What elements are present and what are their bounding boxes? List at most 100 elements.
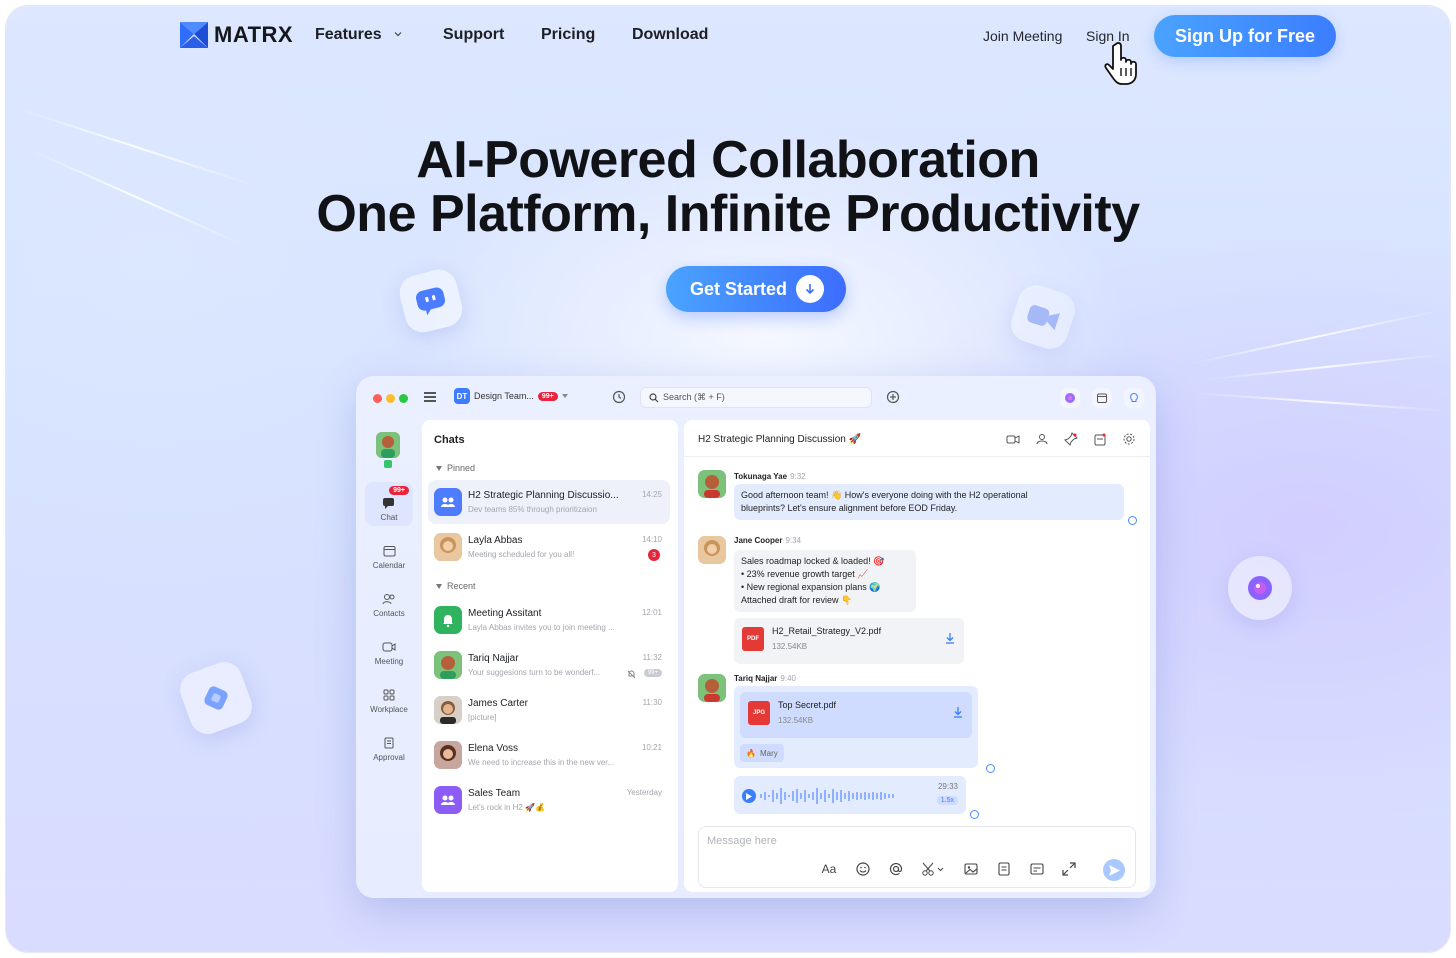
chevron-down-icon[interactable] bbox=[394, 30, 402, 38]
chat-name: Meeting Assitant bbox=[468, 608, 542, 619]
calendar-check-icon[interactable] bbox=[1092, 388, 1112, 408]
chat-time: Yesterday bbox=[626, 788, 662, 797]
nav-download[interactable]: Download bbox=[632, 26, 708, 44]
recent-section-toggle[interactable]: Recent bbox=[436, 581, 476, 591]
image-icon[interactable] bbox=[963, 861, 979, 877]
video-call-icon[interactable] bbox=[1006, 432, 1020, 446]
nav-features[interactable]: Features bbox=[315, 26, 382, 44]
team-avatar: DT bbox=[454, 388, 470, 404]
read-receipt-icon bbox=[1128, 516, 1137, 525]
lightbulb-icon[interactable] bbox=[1124, 388, 1144, 408]
chat-item[interactable]: Elena Voss We need to increase this in t… bbox=[428, 733, 670, 777]
author-name: Tariq Najjar bbox=[734, 674, 778, 683]
file-name: H2_Retail_Strategy_V2.pdf bbox=[772, 626, 882, 636]
rail-approval[interactable]: Approval bbox=[365, 722, 413, 766]
chat-time: 12:01 bbox=[641, 608, 662, 617]
message-input[interactable]: Message here Aa bbox=[698, 826, 1136, 888]
chat-preview: We need to increase this in the new ver.… bbox=[468, 758, 615, 767]
rail-calendar[interactable]: Calendar bbox=[365, 530, 413, 574]
font-format-button[interactable]: Aa bbox=[821, 861, 837, 877]
message-author: Jane Cooper 9:34 bbox=[734, 536, 801, 545]
file-attachment[interactable]: PDF H2_Retail_Strategy_V2.pdf 132.54KB bbox=[734, 618, 964, 664]
close-window-dot[interactable] bbox=[373, 394, 382, 403]
screen-share-icon[interactable] bbox=[1029, 861, 1045, 877]
notes-icon[interactable] bbox=[1093, 432, 1107, 446]
add-circle-icon[interactable] bbox=[886, 390, 900, 404]
workplace-grid-icon bbox=[383, 689, 395, 701]
get-started-button[interactable]: Get Started bbox=[666, 266, 846, 312]
search-icon bbox=[649, 392, 659, 402]
chat-item[interactable]: Layla Abbas Meeting scheduled for you al… bbox=[428, 525, 670, 569]
emoji-icon[interactable] bbox=[855, 861, 871, 877]
menu-icon[interactable] bbox=[424, 392, 436, 402]
reaction-chip[interactable]: 🔥 Mary bbox=[740, 744, 784, 762]
nav-support[interactable]: Support bbox=[443, 26, 504, 44]
chat-item[interactable]: Meeting Assitant Layla Abbas invites you… bbox=[428, 598, 670, 642]
rail-approval-label: Approval bbox=[373, 753, 405, 762]
rail-workplace[interactable]: Workplace bbox=[365, 674, 413, 718]
header-divider bbox=[684, 456, 1150, 457]
sign-up-button[interactable]: Sign Up for Free bbox=[1154, 15, 1336, 57]
expand-icon[interactable] bbox=[1061, 861, 1077, 877]
message-bubble: JPG Top Secret.pdf 132.54KB 🔥 Mary bbox=[734, 686, 978, 768]
chat-preview: Let's rock in H2 🚀💰 bbox=[468, 803, 546, 812]
play-icon[interactable] bbox=[742, 789, 756, 803]
chat-name: Sales Team bbox=[468, 788, 521, 799]
top-nav: MATRX Features Support Pricing Download … bbox=[6, 6, 1450, 85]
rail-contacts-label: Contacts bbox=[373, 609, 405, 618]
rail-contacts[interactable]: Contacts bbox=[365, 578, 413, 622]
avatar bbox=[698, 470, 726, 498]
send-button[interactable] bbox=[1103, 859, 1125, 881]
light-streak bbox=[1206, 353, 1446, 381]
nav-pricing[interactable]: Pricing bbox=[541, 26, 595, 44]
gear-icon[interactable] bbox=[1122, 432, 1136, 446]
user-avatar[interactable] bbox=[376, 432, 400, 458]
online-status-icon bbox=[384, 460, 392, 468]
team-switcher[interactable]: DT Design Team... 99+ bbox=[454, 388, 568, 404]
pinned-section-toggle[interactable]: Pinned bbox=[436, 463, 475, 473]
message-bubble: Good afternoon team! 👋 How's everyone do… bbox=[734, 484, 1124, 520]
chat-name: Layla Abbas bbox=[468, 535, 523, 546]
message-author: Tokunaga Yae 9:32 bbox=[734, 472, 806, 481]
file-attachment[interactable]: JPG Top Secret.pdf 132.54KB bbox=[740, 692, 972, 738]
brand-logo[interactable]: MATRX bbox=[180, 20, 293, 50]
chat-bubble-float-icon bbox=[395, 265, 467, 337]
chat-item[interactable]: H2 Strategic Planning Discussio... Dev t… bbox=[428, 480, 670, 524]
voice-duration: 29:33 bbox=[937, 782, 958, 791]
playback-speed-button[interactable]: 1.5x bbox=[936, 796, 958, 805]
message-line: • New regional expansion plans 🌍 bbox=[741, 582, 881, 592]
minimize-window-dot[interactable] bbox=[386, 394, 395, 403]
download-icon[interactable] bbox=[944, 632, 956, 644]
chat-time: 14:25 bbox=[641, 490, 662, 499]
scissors-icon[interactable] bbox=[921, 861, 947, 877]
ai-assistant-icon[interactable] bbox=[1060, 388, 1080, 408]
join-meeting-link[interactable]: Join Meeting bbox=[983, 28, 1062, 44]
caret-down-icon bbox=[436, 583, 442, 589]
rail-meeting[interactable]: Meeting bbox=[365, 626, 413, 670]
rail-chat-label: Chat bbox=[380, 513, 398, 522]
landing-page: MATRX Features Support Pricing Download … bbox=[6, 6, 1450, 952]
chat-item[interactable]: James Carter [picture] 11:30 bbox=[428, 688, 670, 732]
download-icon[interactable] bbox=[952, 706, 964, 718]
rail-chat[interactable]: Chat 99+ bbox=[365, 482, 413, 526]
jpg-file-icon: JPG bbox=[748, 701, 770, 725]
search-input[interactable]: Search (⌘ + F) bbox=[640, 387, 872, 408]
maximize-window-dot[interactable] bbox=[399, 394, 408, 403]
message-line: Good afternoon team! 👋 How's everyone do… bbox=[741, 490, 1028, 500]
team-badge: 99+ bbox=[537, 391, 558, 401]
pin-icon[interactable] bbox=[1064, 432, 1078, 446]
chat-badge: 99+ bbox=[389, 486, 409, 495]
chat-preview: Your suggesions turn to be wonderf... bbox=[468, 668, 601, 677]
chats-heading: Chats bbox=[434, 434, 465, 446]
document-icon[interactable] bbox=[996, 861, 1012, 877]
conversation-panel: H2 Strategic Planning Discussion 🚀 Tokun… bbox=[684, 420, 1150, 892]
chat-item[interactable]: Tariq Najjar Your suggesions turn to be … bbox=[428, 643, 670, 687]
search-placeholder: Search (⌘ + F) bbox=[663, 392, 725, 402]
waveform-icon bbox=[760, 788, 894, 804]
author-name: Tokunaga Yae bbox=[734, 472, 788, 481]
mention-icon[interactable] bbox=[888, 861, 904, 877]
voice-message[interactable]: 29:33 1.5x bbox=[734, 776, 966, 814]
add-member-icon[interactable] bbox=[1035, 432, 1049, 446]
history-clock-icon[interactable] bbox=[612, 390, 626, 404]
chat-item[interactable]: Sales Team Let's rock in H2 🚀💰 Yesterday bbox=[428, 778, 670, 822]
